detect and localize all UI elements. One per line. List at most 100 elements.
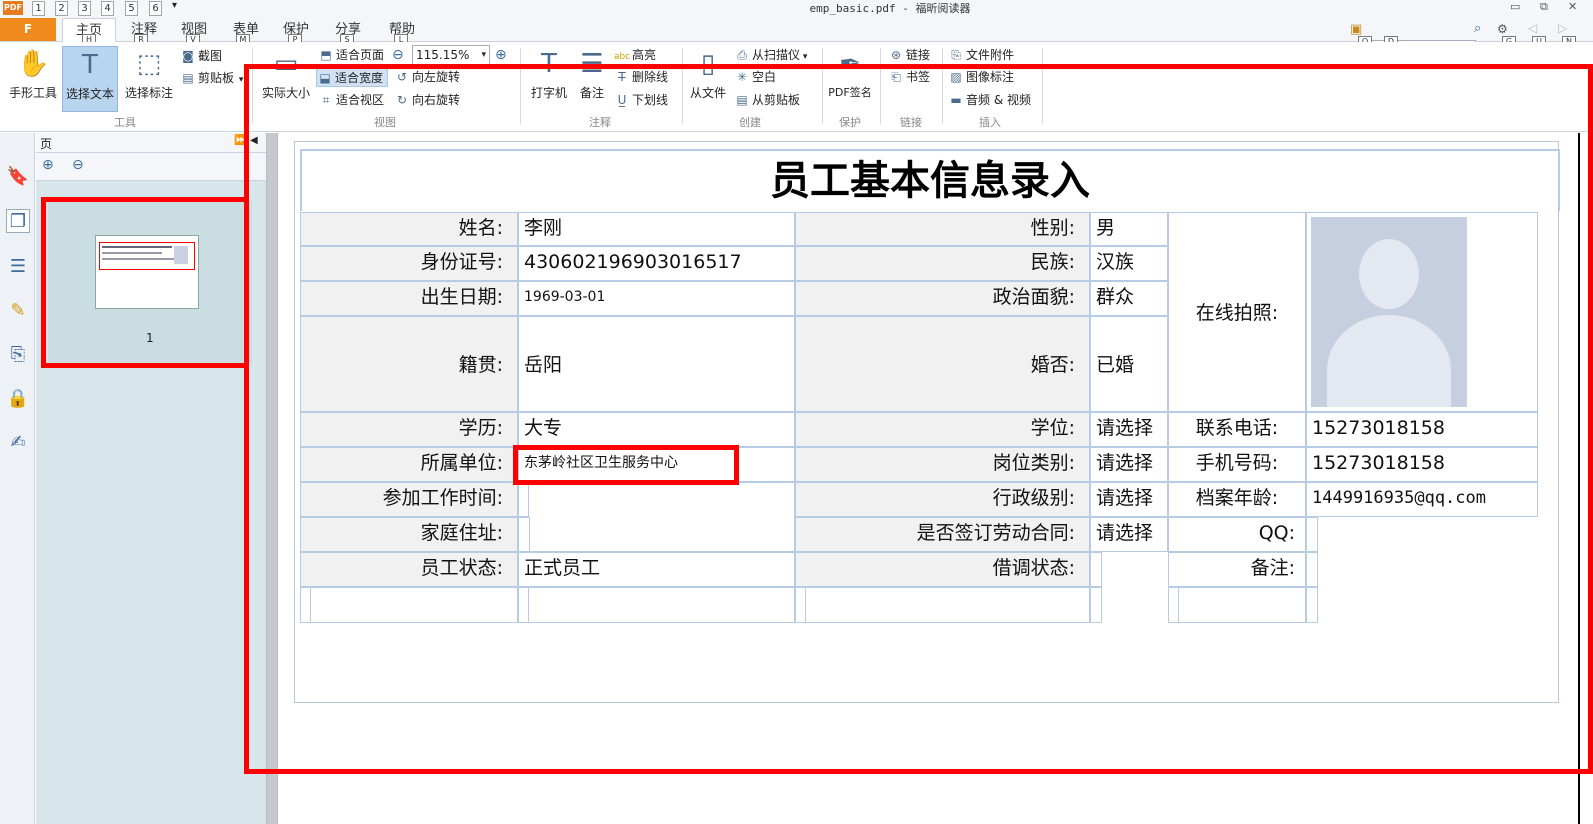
label-birth: 出生日期: — [300, 281, 518, 316]
empty-cell — [310, 587, 518, 623]
select-arrow-icon: ⬚ — [136, 49, 162, 79]
group-label-tools: 工具 — [114, 116, 136, 129]
expand-panel-icon[interactable]: ⏩ — [234, 135, 246, 146]
from-scanner-button[interactable]: ⎙ 从扫描仪 ▾ — [734, 45, 807, 65]
minimize-icon[interactable]: ▭ — [1510, 0, 1520, 13]
rotate-left-button[interactable]: ↺ 向左旋转 — [394, 67, 460, 87]
vertical-scrollbar[interactable] — [1578, 133, 1593, 824]
field-birth[interactable]: 1969-03-01 — [518, 281, 795, 316]
label-marriage: 婚否: — [795, 316, 1090, 412]
link-button[interactable]: ⊛ 链接 — [888, 45, 930, 65]
field-id[interactable]: 430602196903016517 — [518, 246, 795, 281]
highlight-button[interactable]: abc 高亮 — [614, 45, 656, 65]
field-ethnic[interactable]: 汉族 — [1090, 246, 1168, 281]
field-name[interactable]: 李刚 — [518, 212, 795, 246]
folder-icon[interactable]: ▣ — [1350, 22, 1362, 37]
file-menu-button[interactable]: F — [0, 18, 56, 41]
clipboard-button[interactable]: ▤ 剪贴板 ▾ — [180, 68, 243, 88]
pdf-sign-button[interactable]: ✒ PDF签名 — [826, 46, 874, 112]
thumbnail-line — [102, 252, 162, 254]
fit-visible-button[interactable]: ⌗ 适合视区 — [318, 90, 384, 110]
field-qq[interactable] — [1306, 517, 1318, 552]
actual-size-button[interactable]: ▭ 实际大小 — [258, 46, 314, 112]
quick-access-6[interactable]: 6 — [149, 1, 162, 16]
from-file-button[interactable]: ▯ 从文件 — [686, 46, 730, 112]
zoom-out-icon[interactable]: ⊖ — [392, 47, 404, 63]
field-status[interactable]: 正式员工 — [518, 552, 795, 587]
screenshot-button[interactable]: ◙ 截图 — [180, 46, 222, 66]
fit-width-button[interactable]: ⬓ 适合宽度 — [316, 67, 389, 87]
enlarge-thumbnail-icon[interactable]: ⊕ — [42, 157, 54, 173]
photo-box[interactable] — [1306, 212, 1538, 412]
select-post-type[interactable]: 请选择 — [1090, 447, 1168, 482]
forward-arrow-icon[interactable]: ▷ — [1558, 21, 1567, 35]
field-native[interactable]: 岳阳 — [518, 316, 795, 412]
field-loan-status[interactable] — [1090, 552, 1102, 587]
select-annotation-button[interactable]: ⬚ 选择标注 — [120, 46, 178, 112]
reduce-thumbnail-icon[interactable]: ⊖ — [72, 157, 84, 173]
image-annotation-button[interactable]: ▨ 图像标注 — [948, 67, 1014, 87]
zoom-in-icon[interactable]: ⊕ — [495, 47, 507, 63]
customize-arrow-icon[interactable]: ▾ — [172, 0, 177, 11]
field-gender[interactable]: 男 — [1090, 212, 1168, 246]
attachments-panel-icon[interactable]: ⎘ — [6, 343, 30, 367]
layers-panel-icon[interactable]: ☰ — [6, 255, 30, 279]
typewriter-icon: T — [541, 49, 557, 79]
from-clipboard-button[interactable]: ▤ 从剪贴板 — [734, 90, 800, 110]
quick-access-2[interactable]: 2 — [55, 1, 68, 16]
select-admin-level[interactable]: 请选择 — [1090, 482, 1168, 517]
pages-panel-toolbar: ⊕ ⊖ — [36, 153, 266, 181]
page-thumbnail-item[interactable]: 1 — [48, 201, 252, 365]
settings-icon[interactable]: ⚙ — [1497, 22, 1508, 36]
bookmark-panel-icon[interactable]: 🔖 — [6, 165, 30, 189]
pages-panel: 页 ⏩ ◀ ⊕ ⊖ 1 — [36, 133, 266, 824]
note-button[interactable]: ☰ 备注 — [574, 46, 610, 112]
hand-tool-button[interactable]: ✋ 手形工具 — [6, 46, 60, 112]
signature-panel-icon[interactable]: ✍ — [6, 431, 30, 455]
underline-button[interactable]: U̲ 下划线 — [614, 90, 668, 110]
group-divider — [822, 48, 823, 124]
empty-cell[interactable] — [1090, 587, 1102, 623]
blank-button[interactable]: ✳ 空白 — [734, 67, 776, 87]
highlight-icon: abc — [614, 52, 631, 62]
quick-access-4[interactable]: 4 — [101, 1, 114, 16]
collapse-panel-icon[interactable]: ◀ — [250, 135, 258, 146]
field-mobile[interactable]: 15273018158 — [1306, 447, 1538, 482]
close-icon[interactable]: ✕ — [1568, 0, 1577, 13]
pages-panel-icon[interactable]: ❐ — [6, 209, 30, 233]
field-address[interactable] — [518, 517, 530, 552]
panel-splitter[interactable] — [266, 133, 278, 824]
audio-video-button[interactable]: ▬ 音频 & 视频 — [948, 90, 1031, 110]
fit-width-icon: ⬓ — [319, 71, 331, 85]
underline-icon: U̲ — [617, 93, 627, 107]
select-degree[interactable]: 请选择 — [1090, 412, 1168, 447]
field-archive-age[interactable]: 1449916935@qq.com — [1306, 482, 1538, 517]
field-marriage[interactable]: 已婚 — [1090, 316, 1168, 412]
bookmark-button[interactable]: ⎗ 书签 — [888, 67, 930, 87]
search-icon[interactable]: ⌕ — [1474, 21, 1481, 36]
field-work-time-area[interactable] — [528, 482, 795, 552]
rotate-right-button[interactable]: ↻ 向右旋转 — [394, 90, 460, 110]
typewriter-button[interactable]: T 打字机 — [526, 46, 572, 112]
select-contract[interactable]: 请选择 — [1090, 517, 1168, 552]
restore-icon[interactable]: ⧉ — [1540, 0, 1548, 14]
comments-panel-icon[interactable]: ✎ — [6, 299, 30, 323]
quick-access-1[interactable]: 1 — [32, 1, 45, 16]
select-text-button[interactable]: T 选择文本 — [62, 46, 118, 112]
field-unit[interactable]: 东茅岭社区卫生服务中心 — [518, 447, 795, 482]
quick-access-5[interactable]: 5 — [125, 1, 138, 16]
field-education[interactable]: 大专 — [518, 412, 795, 447]
fit-page-button[interactable]: ⬒ 适合页面 — [318, 45, 384, 65]
empty-cell[interactable] — [1306, 587, 1318, 623]
field-political[interactable]: 群众 — [1090, 281, 1168, 316]
quick-access-3[interactable]: 3 — [78, 1, 91, 16]
empty-cell — [528, 587, 795, 623]
zoom-select[interactable]: 115.15% ▾ — [412, 45, 490, 65]
field-contact-phone[interactable]: 15273018158 — [1306, 412, 1538, 447]
strikeout-button[interactable]: T̶ 删除线 — [614, 67, 668, 87]
file-attachment-button[interactable]: ⎘ 文件附件 — [948, 45, 1014, 65]
security-lock-icon[interactable]: 🔒 — [6, 387, 30, 411]
page-thumbnail[interactable] — [95, 235, 199, 309]
back-arrow-icon[interactable]: ◁ — [1528, 21, 1537, 35]
field-remark[interactable] — [1306, 552, 1318, 587]
